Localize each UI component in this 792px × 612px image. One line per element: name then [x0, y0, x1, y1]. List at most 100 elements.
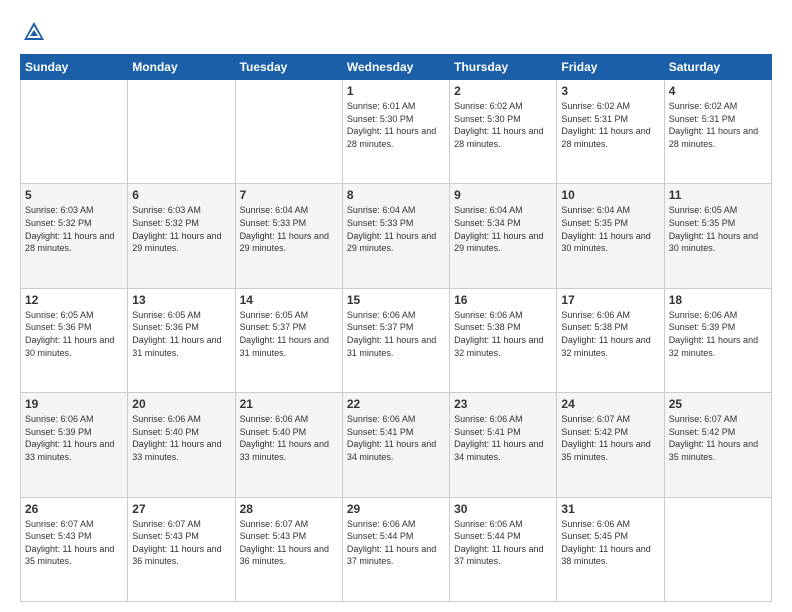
table-row: 17 Sunrise: 6:06 AM Sunset: 5:38 PM Dayli…: [557, 288, 664, 392]
cell-details: Sunrise: 6:03 AM Sunset: 5:32 PM Dayligh…: [132, 204, 230, 254]
table-row: 13 Sunrise: 6:05 AM Sunset: 5:36 PM Dayli…: [128, 288, 235, 392]
table-row: 3 Sunrise: 6:02 AM Sunset: 5:31 PM Daylig…: [557, 80, 664, 184]
cell-details: Sunrise: 6:02 AM Sunset: 5:30 PM Dayligh…: [454, 100, 552, 150]
cell-details: Sunrise: 6:04 AM Sunset: 5:33 PM Dayligh…: [240, 204, 338, 254]
cell-details: Sunrise: 6:05 AM Sunset: 5:35 PM Dayligh…: [669, 204, 767, 254]
day-number: 27: [132, 502, 230, 516]
table-row: 31Sunrise: 6:06 AM Sunset: 5:45 PM Dayli…: [557, 497, 664, 601]
day-number: 9: [454, 188, 552, 202]
day-number: 19: [25, 397, 123, 411]
table-row: 11 Sunrise: 6:05 AM Sunset: 5:35 PM Dayli…: [664, 184, 771, 288]
table-row: 20Sunrise: 6:06 AM Sunset: 5:40 PM Dayli…: [128, 393, 235, 497]
table-row: 19 Sunrise: 6:06 AM Sunset: 5:39 PM Dayli…: [21, 393, 128, 497]
day-number: 23: [454, 397, 552, 411]
cell-details: Sunrise: 6:06 AM Sunset: 5:45 PM Dayligh…: [561, 518, 659, 568]
calendar-header-row: Sunday Monday Tuesday Wednesday Thursday…: [21, 55, 772, 80]
table-row: 30Sunrise: 6:06 AM Sunset: 5:44 PM Dayli…: [450, 497, 557, 601]
day-number: 6: [132, 188, 230, 202]
cell-details: Sunrise: 6:06 AM Sunset: 5:41 PM Dayligh…: [454, 413, 552, 463]
table-row: 21Sunrise: 6:06 AM Sunset: 5:40 PM Dayli…: [235, 393, 342, 497]
table-row: 14 Sunrise: 6:05 AM Sunset: 5:37 PM Dayli…: [235, 288, 342, 392]
table-row: 22 Sunrise: 6:06 AM Sunset: 5:41 PM Dayli…: [342, 393, 449, 497]
table-row: 28 Sunrise: 6:07 AM Sunset: 5:43 PM Dayli…: [235, 497, 342, 601]
table-row: 18 Sunrise: 6:06 AM Sunset: 5:39 PM Dayli…: [664, 288, 771, 392]
day-number: 29: [347, 502, 445, 516]
cell-details: Sunrise: 6:06 AM Sunset: 5:40 PM Dayligh…: [132, 413, 230, 463]
day-number: 10: [561, 188, 659, 202]
day-number: 5: [25, 188, 123, 202]
day-number: 11: [669, 188, 767, 202]
table-row: 4 Sunrise: 6:02 AM Sunset: 5:31 PM Daylig…: [664, 80, 771, 184]
cell-details: Sunrise: 6:06 AM Sunset: 5:44 PM Dayligh…: [347, 518, 445, 568]
table-row: 25 Sunrise: 6:07 AM Sunset: 5:42 PM Dayli…: [664, 393, 771, 497]
table-row: [664, 497, 771, 601]
cell-details: Sunrise: 6:07 AM Sunset: 5:43 PM Dayligh…: [132, 518, 230, 568]
day-number: 15: [347, 293, 445, 307]
col-tuesday: Tuesday: [235, 55, 342, 80]
table-row: 5 Sunrise: 6:03 AM Sunset: 5:32 PM Daylig…: [21, 184, 128, 288]
table-row: 6 Sunrise: 6:03 AM Sunset: 5:32 PM Daylig…: [128, 184, 235, 288]
table-row: 16 Sunrise: 6:06 AM Sunset: 5:38 PM Dayli…: [450, 288, 557, 392]
day-number: 22: [347, 397, 445, 411]
table-row: 12Sunrise: 6:05 AM Sunset: 5:36 PM Dayli…: [21, 288, 128, 392]
day-number: 17: [561, 293, 659, 307]
table-row: 8Sunrise: 6:04 AM Sunset: 5:33 PM Daylig…: [342, 184, 449, 288]
table-row: 24 Sunrise: 6:07 AM Sunset: 5:42 PM Dayli…: [557, 393, 664, 497]
col-saturday: Saturday: [664, 55, 771, 80]
day-number: 14: [240, 293, 338, 307]
table-row: 2 Sunrise: 6:02 AM Sunset: 5:30 PM Daylig…: [450, 80, 557, 184]
logo-icon: [20, 18, 48, 46]
page: Sunday Monday Tuesday Wednesday Thursday…: [0, 0, 792, 612]
day-number: 18: [669, 293, 767, 307]
cell-details: Sunrise: 6:01 AM Sunset: 5:30 PM Dayligh…: [347, 100, 445, 150]
col-thursday: Thursday: [450, 55, 557, 80]
col-monday: Monday: [128, 55, 235, 80]
cell-details: Sunrise: 6:06 AM Sunset: 5:39 PM Dayligh…: [25, 413, 123, 463]
day-number: 2: [454, 84, 552, 98]
cell-details: Sunrise: 6:05 AM Sunset: 5:36 PM Dayligh…: [25, 309, 123, 359]
table-row: 15 Sunrise: 6:06 AM Sunset: 5:37 PM Dayli…: [342, 288, 449, 392]
cell-details: Sunrise: 6:07 AM Sunset: 5:42 PM Dayligh…: [561, 413, 659, 463]
table-row: [21, 80, 128, 184]
calendar-table: Sunday Monday Tuesday Wednesday Thursday…: [20, 54, 772, 602]
day-number: 25: [669, 397, 767, 411]
cell-details: Sunrise: 6:02 AM Sunset: 5:31 PM Dayligh…: [561, 100, 659, 150]
logo: [20, 18, 52, 46]
cell-details: Sunrise: 6:03 AM Sunset: 5:32 PM Dayligh…: [25, 204, 123, 254]
cell-details: Sunrise: 6:05 AM Sunset: 5:37 PM Dayligh…: [240, 309, 338, 359]
cell-details: Sunrise: 6:04 AM Sunset: 5:35 PM Dayligh…: [561, 204, 659, 254]
cell-details: Sunrise: 6:04 AM Sunset: 5:34 PM Dayligh…: [454, 204, 552, 254]
day-number: 24: [561, 397, 659, 411]
table-row: 1 Sunrise: 6:01 AM Sunset: 5:30 PM Daylig…: [342, 80, 449, 184]
table-row: 27 Sunrise: 6:07 AM Sunset: 5:43 PM Dayli…: [128, 497, 235, 601]
day-number: 28: [240, 502, 338, 516]
cell-details: Sunrise: 6:02 AM Sunset: 5:31 PM Dayligh…: [669, 100, 767, 150]
cell-details: Sunrise: 6:05 AM Sunset: 5:36 PM Dayligh…: [132, 309, 230, 359]
col-wednesday: Wednesday: [342, 55, 449, 80]
cell-details: Sunrise: 6:07 AM Sunset: 5:43 PM Dayligh…: [240, 518, 338, 568]
day-number: 4: [669, 84, 767, 98]
day-number: 7: [240, 188, 338, 202]
day-number: 16: [454, 293, 552, 307]
table-row: 23 Sunrise: 6:06 AM Sunset: 5:41 PM Dayli…: [450, 393, 557, 497]
cell-details: Sunrise: 6:06 AM Sunset: 5:39 PM Dayligh…: [669, 309, 767, 359]
day-number: 3: [561, 84, 659, 98]
cell-details: Sunrise: 6:06 AM Sunset: 5:37 PM Dayligh…: [347, 309, 445, 359]
table-row: 9 Sunrise: 6:04 AM Sunset: 5:34 PM Daylig…: [450, 184, 557, 288]
day-number: 1: [347, 84, 445, 98]
cell-details: Sunrise: 6:07 AM Sunset: 5:42 PM Dayligh…: [669, 413, 767, 463]
day-number: 13: [132, 293, 230, 307]
cell-details: Sunrise: 6:06 AM Sunset: 5:38 PM Dayligh…: [454, 309, 552, 359]
table-row: 7 Sunrise: 6:04 AM Sunset: 5:33 PM Daylig…: [235, 184, 342, 288]
day-number: 8: [347, 188, 445, 202]
table-row: [128, 80, 235, 184]
cell-details: Sunrise: 6:06 AM Sunset: 5:41 PM Dayligh…: [347, 413, 445, 463]
cell-details: Sunrise: 6:06 AM Sunset: 5:44 PM Dayligh…: [454, 518, 552, 568]
cell-details: Sunrise: 6:06 AM Sunset: 5:38 PM Dayligh…: [561, 309, 659, 359]
cell-details: Sunrise: 6:06 AM Sunset: 5:40 PM Dayligh…: [240, 413, 338, 463]
table-row: 26Sunrise: 6:07 AM Sunset: 5:43 PM Dayli…: [21, 497, 128, 601]
table-row: 10 Sunrise: 6:04 AM Sunset: 5:35 PM Dayli…: [557, 184, 664, 288]
header: [20, 18, 772, 46]
col-sunday: Sunday: [21, 55, 128, 80]
day-number: 26: [25, 502, 123, 516]
